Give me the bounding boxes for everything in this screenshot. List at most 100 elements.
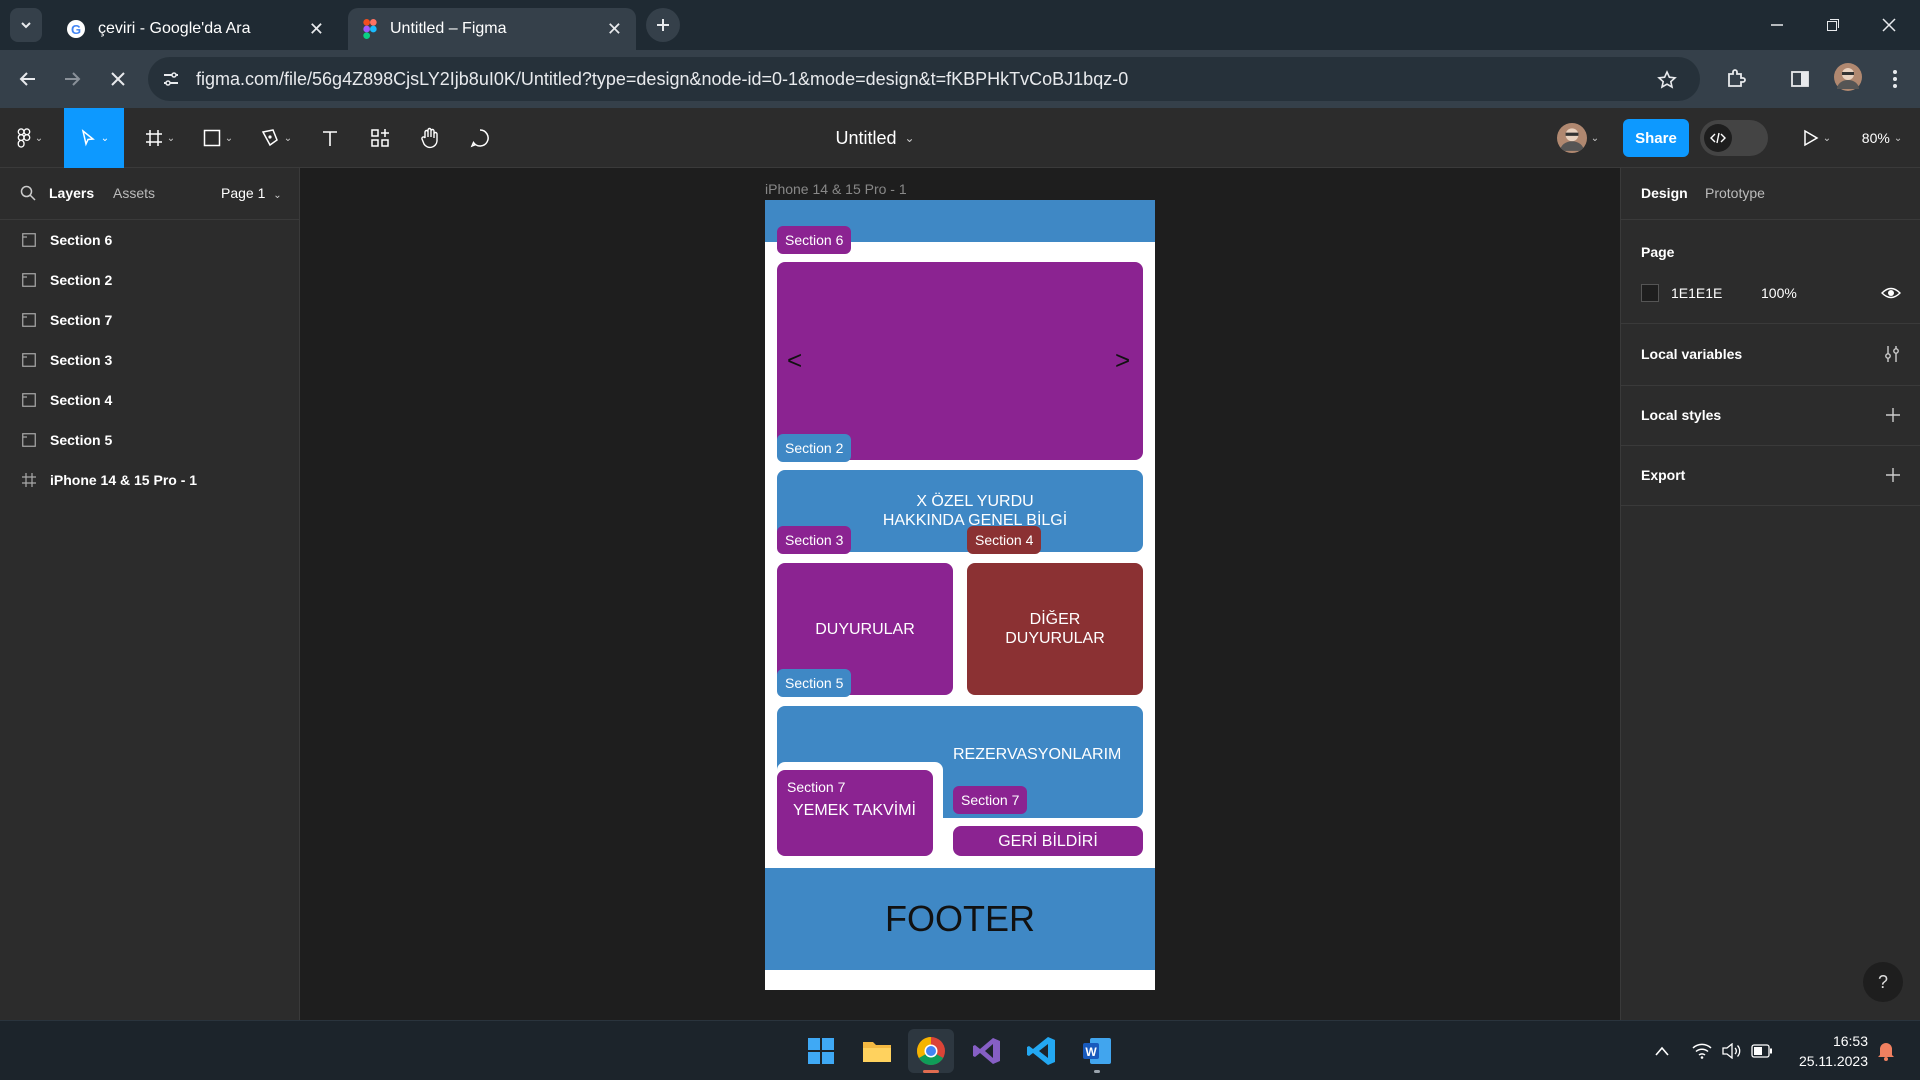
tab-design[interactable]: Design (1641, 185, 1688, 201)
sliders-icon[interactable] (1883, 345, 1901, 363)
footer-block[interactable]: FOOTER (765, 868, 1155, 970)
hand-tool[interactable] (410, 108, 450, 168)
multiplayer-avatar-button[interactable]: ⌄ (1550, 108, 1606, 168)
design-canvas[interactable]: iPhone 14 & 15 Pro - 1 Section 6 < > Sec… (301, 168, 1620, 1020)
forward-button[interactable] (54, 59, 90, 99)
more-vertical-icon (1893, 70, 1897, 88)
tab-assets[interactable]: Assets (113, 185, 155, 201)
show-hidden-icons-button[interactable] (1650, 1035, 1674, 1067)
feedback-block[interactable]: GERİ BİLDİRİ (953, 826, 1143, 856)
eye-icon[interactable] (1881, 285, 1901, 301)
local-variables-section[interactable]: Local variables (1621, 324, 1920, 386)
export-section[interactable]: Export (1621, 446, 1920, 506)
new-tab-button[interactable] (646, 8, 680, 42)
section-3-tag[interactable]: Section 3 (777, 526, 852, 554)
section-icon (22, 433, 36, 447)
browser-tab-figma[interactable]: Untitled – Figma ✕ (348, 8, 636, 50)
chevron-down-icon: ⌄ (166, 132, 176, 144)
resources-tool[interactable] (360, 108, 400, 168)
layer-item-section-7[interactable]: Section 7 (0, 300, 300, 340)
page-selector[interactable]: Page 1 ⌄ (221, 185, 282, 201)
notifications-button[interactable] (1872, 1035, 1900, 1067)
section-6-tag[interactable]: Section 6 (777, 226, 852, 254)
visual-studio-button[interactable] (964, 1029, 1010, 1073)
pen-tool[interactable]: ⌄ (252, 108, 300, 168)
dev-mode-toggle[interactable] (1700, 120, 1768, 156)
layer-item-section-4[interactable]: Section 4 (0, 380, 300, 420)
other-announcements-block[interactable]: DİĞER DUYURULAR (967, 563, 1143, 695)
battery-button[interactable] (1748, 1035, 1776, 1067)
side-panel-button[interactable] (1782, 59, 1818, 99)
comment-tool[interactable] (460, 108, 500, 168)
slider-next[interactable]: > (1115, 345, 1130, 376)
close-window-button[interactable] (1864, 6, 1914, 44)
page-section-title: Page (1641, 244, 1675, 260)
local-variables-title: Local variables (1641, 346, 1743, 362)
restore-button[interactable] (1808, 6, 1858, 44)
main-menu-button[interactable]: ⌄ (8, 108, 52, 168)
section-4-tag[interactable]: Section 4 (967, 526, 1042, 554)
chrome-button[interactable] (908, 1029, 954, 1073)
section-7-tag-b[interactable]: Section 7 (953, 786, 1028, 814)
browser-menu-button[interactable] (1880, 59, 1910, 99)
file-name-button[interactable]: Untitled ⌄ (820, 108, 930, 168)
layer-item-section-3[interactable]: Section 3 (0, 340, 300, 380)
zoom-button[interactable]: 80% ⌄ (1852, 108, 1912, 168)
extensions-button[interactable] (1718, 59, 1754, 99)
omnibox[interactable]: figma.com/file/56g4Z898CjsLY2Ijb8uI0K/Un… (148, 57, 1700, 101)
iphone-frame[interactable]: Section 6 < > Section 2 X ÖZEL YURDU HAK… (765, 200, 1155, 990)
present-button[interactable]: ⌄ (1794, 108, 1840, 168)
bookmark-star-icon[interactable] (1654, 67, 1680, 93)
page-color-swatch[interactable] (1641, 284, 1659, 302)
plus-icon[interactable] (1885, 467, 1901, 483)
back-button[interactable] (10, 59, 46, 99)
layer-item-section-6[interactable]: Section 6 (0, 220, 300, 260)
site-settings-icon[interactable] (160, 68, 182, 90)
tab-search-button[interactable] (10, 8, 42, 42)
start-button[interactable] (798, 1029, 844, 1073)
move-tool[interactable]: ⌄ (64, 108, 124, 168)
local-styles-section[interactable]: Local styles (1621, 386, 1920, 446)
help-button[interactable]: ? (1863, 962, 1903, 1002)
layer-label: iPhone 14 & 15 Pro - 1 (50, 472, 198, 488)
section-icon (22, 233, 36, 247)
file-explorer-button[interactable] (854, 1029, 900, 1073)
slider-prev[interactable]: < (787, 345, 802, 376)
vscode-button[interactable] (1018, 1029, 1064, 1073)
clock[interactable]: 16:53 25.11.2023 (1786, 1031, 1868, 1071)
share-button[interactable]: Share (1623, 119, 1689, 157)
address-bar-row: figma.com/file/56g4Z898CjsLY2Ijb8uI0K/Un… (0, 50, 1920, 108)
volume-button[interactable] (1718, 1035, 1746, 1067)
page-color-value[interactable]: 1E1E1E (1671, 285, 1722, 301)
close-icon[interactable]: ✕ (607, 19, 622, 40)
browser-tab-google[interactable]: G çeviri - Google'da Ara ✕ (52, 8, 338, 50)
shape-tool[interactable]: ⌄ (194, 108, 242, 168)
export-title: Export (1641, 467, 1686, 483)
frame-label[interactable]: iPhone 14 & 15 Pro - 1 (765, 181, 907, 197)
text-tool[interactable] (310, 108, 350, 168)
layer-item-section-2[interactable]: Section 2 (0, 260, 300, 300)
bell-icon (1878, 1043, 1894, 1061)
tab-prototype[interactable]: Prototype (1705, 185, 1765, 201)
layer-item-iphone-frame[interactable]: iPhone 14 & 15 Pro - 1 (0, 460, 300, 500)
page-opacity-value[interactable]: 100% (1761, 285, 1797, 301)
slider-block[interactable] (777, 262, 1143, 460)
page-name: Page 1 (221, 185, 266, 201)
close-icon[interactable]: ✕ (309, 19, 324, 40)
plus-icon[interactable] (1885, 407, 1901, 423)
minimize-button[interactable] (1752, 6, 1802, 44)
network-button[interactable] (1688, 1035, 1716, 1067)
folder-icon (863, 1042, 891, 1062)
frame-tool[interactable]: ⌄ (136, 108, 184, 168)
tab-layers[interactable]: Layers (49, 185, 94, 201)
section-icon (22, 393, 36, 407)
layer-item-section-5[interactable]: Section 5 (0, 420, 300, 460)
profile-avatar[interactable] (1834, 63, 1862, 91)
section-5-tag[interactable]: Section 5 (777, 669, 852, 697)
section-7-tag-a[interactable]: Section 7 (787, 778, 845, 797)
meal-calendar-block[interactable]: Section 7 YEMEK TAKVİMİ (777, 770, 933, 856)
word-button[interactable]: W (1074, 1029, 1120, 1073)
search-icon[interactable] (20, 185, 36, 201)
section-2-tag[interactable]: Section 2 (777, 434, 852, 462)
stop-loading-button[interactable] (98, 59, 138, 99)
